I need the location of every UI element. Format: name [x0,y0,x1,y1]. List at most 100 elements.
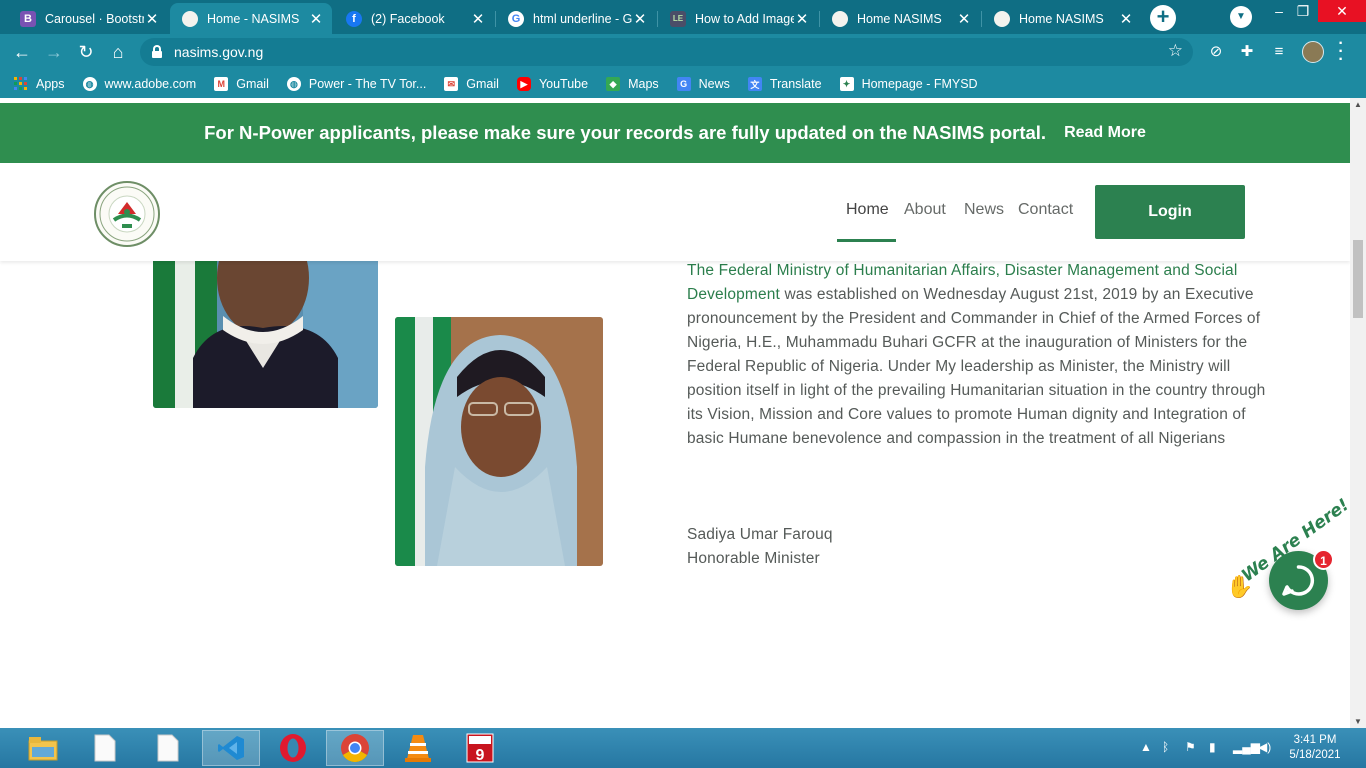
signature-title: Honorable Minister [687,550,820,567]
we9-app-icon[interactable]: 9 [451,730,509,766]
tab-home-nasims[interactable]: Home - NASIMS ✕ [170,3,332,34]
read-more-link[interactable]: Read More [1064,124,1146,142]
login-button[interactable]: Login [1095,185,1245,239]
bookmarks-bar: Apps ◍ www.adobe.com M Gmail ◍ Power - T… [0,70,1366,98]
page-viewport: For N-Power applicants, please make sure… [0,98,1350,728]
nav-active-indicator [837,239,896,242]
chrome-icon[interactable] [326,730,384,766]
close-tab-icon[interactable]: ✕ [470,10,486,28]
bookmark-fmysd[interactable]: ✦ Homepage - FMYSD [839,77,978,91]
vscode-icon[interactable] [202,730,260,766]
bookmark-gmail-2[interactable]: ✉ Gmail [444,77,499,91]
reload-icon[interactable]: ↻ [74,40,98,64]
nav-about[interactable]: About [904,201,946,219]
tab-facebook[interactable]: f (2) Facebook ✕ [334,3,494,34]
fmysd-icon: ✦ [839,77,854,91]
close-tab-icon[interactable]: ✕ [1118,10,1134,28]
document-icon[interactable] [76,730,134,766]
bookmark-star-icon[interactable]: ☆ [1168,41,1183,61]
announcement-banner: For N-Power applicants, please make sure… [0,103,1350,163]
media-control-icon[interactable]: ≡ [1270,43,1288,61]
close-tab-icon[interactable]: ✕ [144,10,160,28]
forward-icon[interactable]: → [42,40,66,64]
opera-icon[interactable] [264,730,322,766]
nav-news[interactable]: News [964,201,1004,219]
close-tab-icon[interactable]: ✕ [632,10,648,28]
tab-bootstrap[interactable]: B Carousel · Bootstra ✕ [8,3,168,34]
bookmark-maps[interactable]: ◆ Maps [606,77,659,91]
signature-block: Sadiya Umar Farouq Honorable Minister [687,523,833,571]
w3schools-icon: LE [670,10,686,27]
bookmark-gmail[interactable]: M Gmail [214,77,269,91]
close-tab-icon[interactable]: ✕ [794,10,810,28]
address-bar[interactable]: nasims.gov.ng ☆ [140,38,1193,66]
tab-title: html underline - G [533,11,632,26]
gmail-icon: M [214,77,229,91]
clock-time: 3:41 PM [1293,734,1337,746]
tab-title: Home NASIMS [1019,11,1104,26]
youtube-icon: ▶ [516,77,531,91]
signature-name: Sadiya Umar Farouq [687,526,833,543]
tab-title: Home NASIMS [857,11,942,26]
bluetooth-icon[interactable]: ᛒ [1162,740,1169,754]
bookmark-youtube[interactable]: ▶ YouTube [516,77,589,91]
show-hidden-icons[interactable]: ▲ [1140,740,1152,754]
bookmark-label: Gmail [466,77,499,91]
power-battery-icon[interactable]: ▮ [1209,740,1216,754]
scrollbar-thumb[interactable] [1353,240,1363,318]
browser-tab-strip: B Carousel · Bootstra ✕ Home - NASIMS ✕ … [0,0,1366,34]
profile-avatar[interactable] [1302,41,1324,63]
tab-w3schools[interactable]: LE How to Add Image ✕ [658,3,818,34]
banner-message: For N-Power applicants, please make sure… [204,122,1047,143]
statement-body: was established on Wednesday August 21st… [687,286,1266,447]
vlc-icon[interactable] [389,730,447,766]
bookmark-label: Homepage - FMYSD [861,77,978,91]
extensions-puzzle-icon[interactable]: ✚ [1238,43,1256,61]
network-signal-icon[interactable]: ▂▄▆ [1233,740,1260,754]
nav-contact[interactable]: Contact [1018,201,1073,219]
volume-icon[interactable]: ◀) [1258,740,1271,754]
restore-icon[interactable]: ❐ [1288,0,1318,34]
scroll-down-icon[interactable]: ▼ [1350,717,1366,726]
url-text: nasims.gov.ng [174,44,264,60]
minister-portrait [395,317,603,566]
waving-hand-icon: ✋ [1226,574,1254,599]
home-icon[interactable]: ⌂ [106,40,130,64]
facebook-icon: f [346,10,362,27]
scroll-up-icon[interactable]: ▲ [1350,100,1366,109]
nasims-favicon [832,10,848,27]
bookmark-label: YouTube [538,77,589,91]
system-clock[interactable]: 3:41 PM 5/18/2021 [1283,733,1347,763]
nav-home[interactable]: Home [846,201,889,219]
bookmark-label: www.adobe.com [104,77,197,91]
tab-home-nasims-3[interactable]: Home NASIMS ✕ [982,3,1142,34]
tab-google[interactable]: G html underline - G ✕ [496,3,656,34]
bookmark-translate[interactable]: 文 Translate [747,77,822,91]
tab-search-icon[interactable]: ▼ [1230,6,1252,28]
document-icon-2[interactable] [139,730,197,766]
tab-title: Home - NASIMS [207,11,300,26]
bookmark-apps[interactable]: Apps [14,77,65,91]
bookmark-label: Maps [628,77,659,91]
close-tab-icon[interactable]: ✕ [308,10,324,28]
page-scrollbar[interactable]: ▲ ▼ [1350,98,1366,728]
bookmark-label: Apps [36,77,65,91]
bookmark-news[interactable]: G News [676,77,730,91]
menu-kebab-icon[interactable]: · · · [1334,36,1348,68]
flag-notification-icon[interactable]: ⚑ [1185,740,1196,754]
nasims-logo[interactable] [94,181,160,247]
bookmark-adobe[interactable]: ◍ www.adobe.com [82,77,197,91]
back-icon[interactable]: ← [10,40,34,64]
globe-icon: ◍ [286,77,301,91]
close-window-icon[interactable]: ✕ [1318,0,1366,22]
new-tab-button[interactable]: + [1150,5,1176,31]
tab-title: Carousel · Bootstra [45,11,144,26]
tab-home-nasims-2[interactable]: Home NASIMS ✕ [820,3,980,34]
translate-icon: 文 [747,77,762,91]
close-tab-icon[interactable]: ✕ [956,10,972,28]
blocker-extension-icon[interactable]: ⊘ [1207,43,1225,61]
bookmark-power-tv[interactable]: ◍ Power - The TV Tor... [286,77,426,91]
file-explorer-icon[interactable] [14,730,72,766]
bookmark-label: News [698,77,730,91]
bootstrap-icon: B [20,10,36,27]
